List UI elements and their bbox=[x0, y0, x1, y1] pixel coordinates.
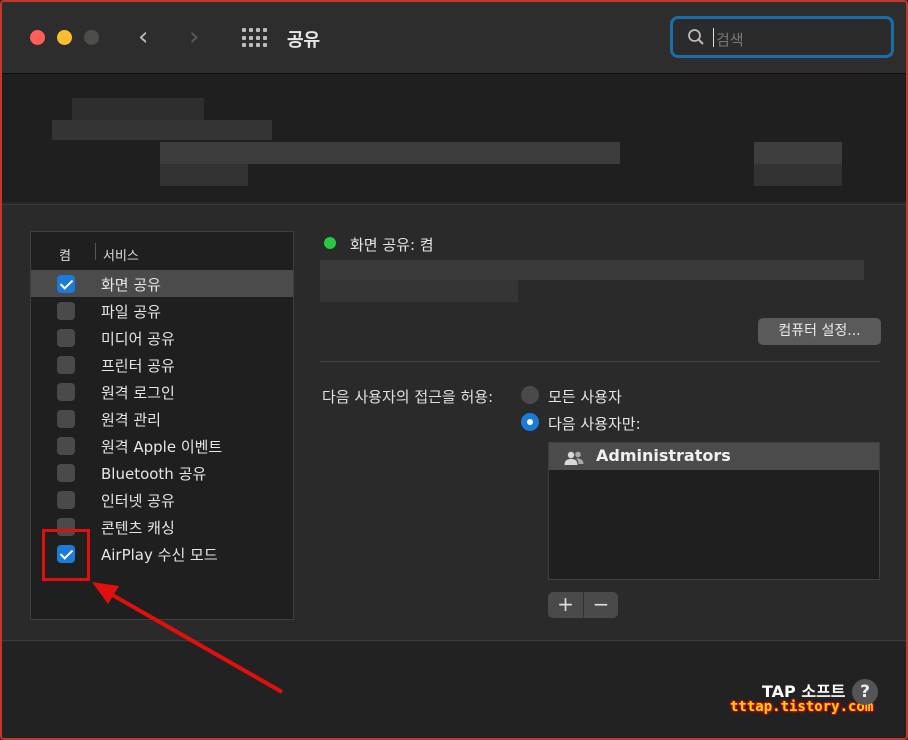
status-on-indicator bbox=[324, 237, 336, 249]
window: ‹ › 공유 검색 켬 서비스 화면 공유 파일 공유 미디어 공유 프린터 공… bbox=[0, 0, 908, 740]
service-label: 인터넷 공유 bbox=[101, 492, 175, 510]
text-caret bbox=[713, 28, 714, 47]
service-checkbox[interactable] bbox=[57, 464, 75, 482]
service-checkbox[interactable] bbox=[57, 356, 75, 374]
search-field[interactable]: 검색 bbox=[670, 16, 894, 58]
service-row[interactable]: Bluetooth 공유 bbox=[31, 459, 293, 486]
service-row[interactable]: 원격 Apple 이벤트 bbox=[31, 432, 293, 459]
service-list-header: 켬 서비스 bbox=[31, 232, 293, 270]
user-list-item[interactable]: Administrators bbox=[549, 443, 879, 470]
zoom-window-button[interactable] bbox=[84, 30, 99, 45]
titlebar: ‹ › 공유 검색 bbox=[2, 2, 906, 74]
only-users-radio[interactable] bbox=[521, 413, 539, 431]
service-row[interactable]: 원격 관리 bbox=[31, 405, 293, 432]
column-header-service[interactable]: 서비스 bbox=[103, 245, 139, 264]
service-label: 화면 공유 bbox=[101, 276, 161, 294]
status-text: 화면 공유: 켬 bbox=[350, 236, 434, 254]
service-row[interactable]: 미디어 공유 bbox=[31, 324, 293, 351]
service-checkbox[interactable] bbox=[57, 437, 75, 455]
service-label: 원격 로그인 bbox=[101, 384, 175, 402]
service-checkbox[interactable] bbox=[57, 491, 75, 509]
divider bbox=[320, 361, 880, 362]
all-users-radio[interactable] bbox=[521, 386, 539, 404]
service-row[interactable]: 화면 공유 bbox=[31, 270, 293, 297]
service-checkbox[interactable] bbox=[57, 410, 75, 428]
service-checkbox[interactable] bbox=[57, 383, 75, 401]
only-users-radio-label[interactable]: 다음 사용자만: bbox=[548, 413, 641, 434]
service-checkbox[interactable] bbox=[57, 329, 75, 347]
service-label: 원격 관리 bbox=[101, 411, 161, 429]
computer-settings-button[interactable]: 컴퓨터 설정... bbox=[758, 318, 881, 345]
service-row[interactable]: 파일 공유 bbox=[31, 297, 293, 324]
search-icon bbox=[688, 29, 704, 45]
add-user-button[interactable]: + bbox=[548, 592, 583, 618]
back-chevron-icon[interactable]: ‹ bbox=[138, 22, 148, 52]
column-header-on[interactable]: 켬 bbox=[59, 245, 71, 264]
service-label: Bluetooth 공유 bbox=[101, 465, 207, 483]
search-placeholder: 검색 bbox=[716, 31, 744, 49]
allow-access-label: 다음 사용자의 접근을 허용: bbox=[322, 388, 494, 406]
help-button[interactable]: ? bbox=[852, 679, 878, 705]
service-row[interactable]: 프린터 공유 bbox=[31, 351, 293, 378]
allowed-users-list[interactable]: Administrators bbox=[548, 442, 880, 580]
user-group-icon bbox=[564, 451, 584, 465]
service-label: 원격 Apple 이벤트 bbox=[101, 438, 223, 456]
watermark-url: tttap.tistory.com bbox=[730, 699, 874, 715]
service-label: 미디어 공유 bbox=[101, 330, 175, 348]
column-separator bbox=[95, 243, 96, 260]
service-label: 파일 공유 bbox=[101, 303, 161, 321]
computer-name-area-blurred bbox=[2, 74, 906, 202]
show-all-grid-icon[interactable] bbox=[242, 28, 267, 48]
service-label: 프린터 공유 bbox=[101, 357, 175, 375]
annotation-highlight-box bbox=[42, 529, 90, 581]
service-row[interactable]: 원격 로그인 bbox=[31, 378, 293, 405]
remove-user-button[interactable]: − bbox=[583, 592, 618, 618]
window-title: 공유 bbox=[287, 30, 321, 51]
user-add-remove-control: + − bbox=[548, 592, 618, 618]
service-checkbox[interactable] bbox=[57, 275, 75, 293]
service-label: AirPlay 수신 모드 bbox=[101, 546, 218, 564]
service-checkbox[interactable] bbox=[57, 302, 75, 320]
user-name: Administrators bbox=[596, 446, 731, 465]
all-users-radio-label[interactable]: 모든 사용자 bbox=[548, 386, 622, 407]
minimize-window-button[interactable] bbox=[57, 30, 72, 45]
close-window-button[interactable] bbox=[30, 30, 45, 45]
forward-chevron-icon[interactable]: › bbox=[189, 22, 199, 52]
service-label: 콘텐츠 캐싱 bbox=[101, 519, 175, 537]
service-row[interactable]: 인터넷 공유 bbox=[31, 486, 293, 513]
